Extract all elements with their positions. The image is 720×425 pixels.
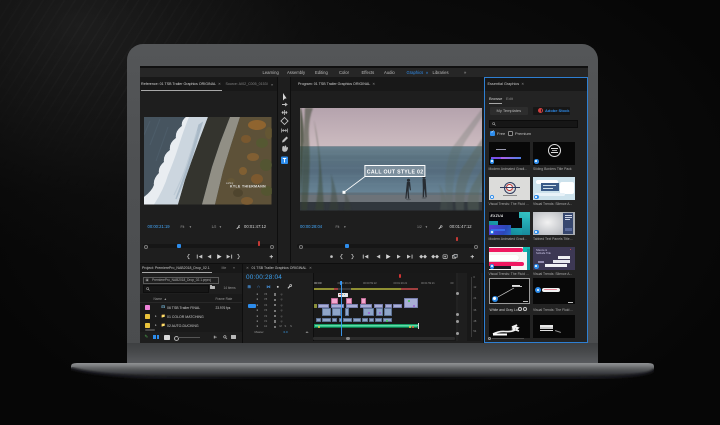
svg-text:CALL OUT STYLE 02: CALL OUT STYLE 02 <box>366 170 423 176</box>
svg-text:KYLE THIERMANN: KYLE THIERMANN <box>230 185 266 189</box>
svg-text:surfing: surfing <box>226 182 234 185</box>
